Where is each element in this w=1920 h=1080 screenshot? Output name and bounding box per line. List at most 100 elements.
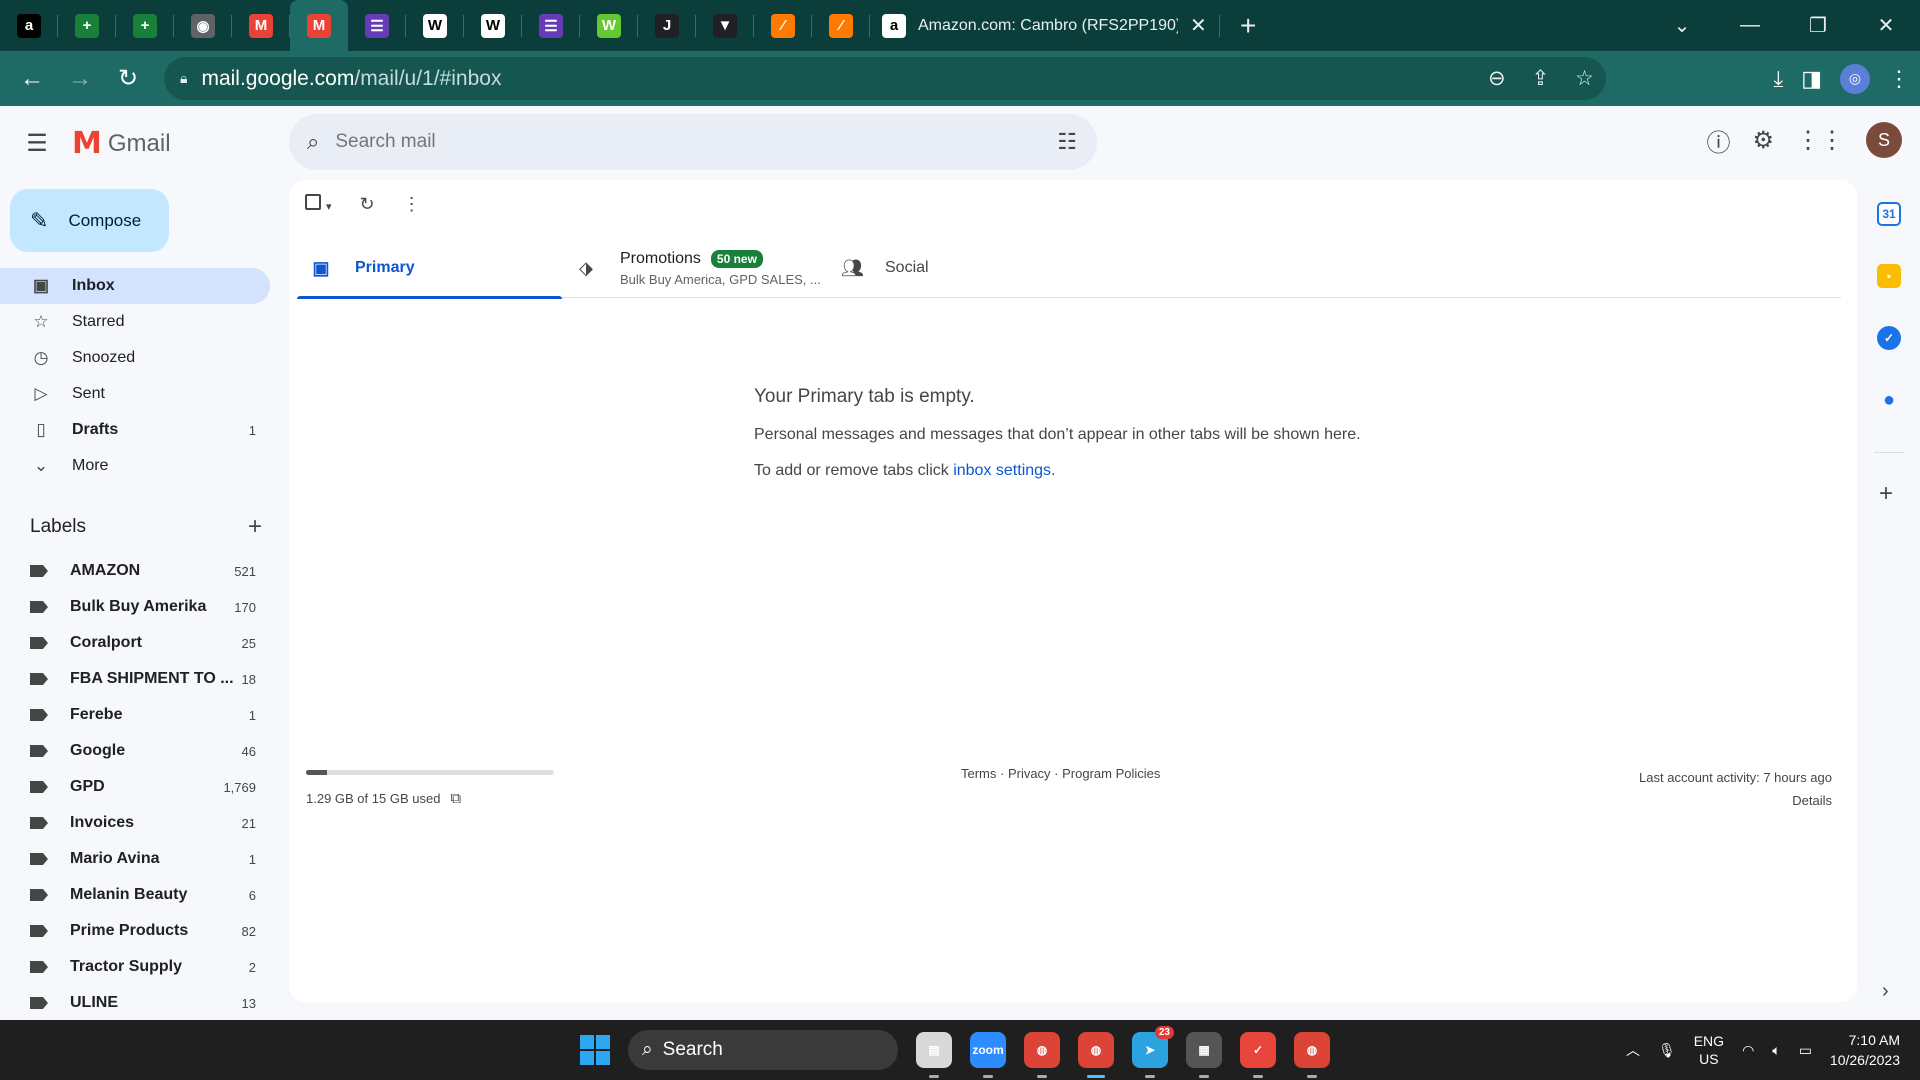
zoom-out-icon[interactable]: ⊖	[1488, 66, 1506, 91]
pinned-tab[interactable]: W	[464, 0, 522, 51]
create-label-icon[interactable]: +	[248, 513, 262, 541]
pinned-tab[interactable]: +	[116, 0, 174, 51]
help-icon[interactable]: ⓘ	[1706, 123, 1730, 158]
label-item[interactable]: AMAZON 521	[0, 553, 270, 589]
wifi-icon[interactable]: ◠	[1742, 1042, 1754, 1059]
profile-avatar[interactable]: ◎	[1840, 63, 1870, 94]
tasks-icon[interactable]: ✓	[1877, 326, 1901, 350]
refresh-icon[interactable]: ↻	[360, 194, 375, 215]
tab-promotions[interactable]: ⬗ Promotions 50 new Bulk Buy America, GP…	[562, 238, 827, 298]
side-panel-icon[interactable]: ◨	[1801, 66, 1822, 92]
new-count-badge: 50 new	[710, 249, 763, 268]
share-icon[interactable]: ⇪	[1532, 66, 1550, 91]
keep-icon[interactable]: ▪	[1877, 264, 1901, 288]
label-item[interactable]: Mario Avina 1	[0, 841, 270, 877]
tab-social[interactable]: 👥︎ Social	[827, 238, 1092, 298]
label-count: 1,769	[223, 779, 256, 795]
chrome-icon[interactable]: ◍	[1294, 1032, 1330, 1078]
label-item[interactable]: Google 46	[0, 733, 270, 769]
volume-icon[interactable]: 🔈︎	[1772, 1042, 1780, 1059]
pinned-tab[interactable]: W	[580, 0, 638, 51]
reload-button[interactable]: ↻	[104, 55, 152, 103]
new-tab-button[interactable]: +	[1240, 11, 1256, 40]
label-item[interactable]: Prime Products 82	[0, 913, 270, 949]
select-all-checkbox[interactable]: ▾	[305, 194, 332, 215]
label-tag-icon	[30, 601, 48, 613]
back-button[interactable]: ←	[8, 55, 56, 103]
search-icon[interactable]: ⌕	[307, 129, 319, 155]
policy-links[interactable]: Terms · Privacy · Program Policies	[961, 766, 1160, 781]
file-explorer-icon[interactable]: ▤	[916, 1032, 952, 1078]
minimize-button[interactable]: —	[1716, 14, 1784, 37]
calculator-icon[interactable]: ▦	[1186, 1032, 1222, 1078]
bookmark-star-icon[interactable]: ☆	[1575, 66, 1594, 91]
pinned-tab[interactable]: ▼	[696, 0, 754, 51]
sidebar-item-snoozed[interactable]: ◷ Snoozed	[0, 340, 270, 376]
label-item[interactable]: Melanin Beauty 6	[0, 877, 270, 913]
tick-app-icon[interactable]: ✓	[1240, 1032, 1276, 1078]
microphone-icon[interactable]: 🎙︎	[1658, 1042, 1676, 1059]
lock-icon[interactable]: 🔒︎	[180, 70, 187, 87]
windows-start-icon[interactable]	[580, 1035, 610, 1065]
zoom-icon[interactable]: zoom	[970, 1032, 1006, 1078]
calendar-icon[interactable]: 31	[1877, 202, 1901, 226]
apps-grid-icon[interactable]: ⋮⋮	[1796, 126, 1844, 155]
restore-button[interactable]: ❐	[1784, 13, 1852, 38]
pinned-tab[interactable]: ⁄	[812, 0, 870, 51]
details-link[interactable]: Details	[1639, 789, 1832, 812]
forward-button[interactable]: →	[56, 55, 104, 103]
active-tab[interactable]: a Amazon.com: Cambro (RFS2PP190) ✕	[870, 0, 1220, 51]
search-options-icon[interactable]: ☷	[1057, 129, 1077, 155]
account-avatar[interactable]: S	[1866, 122, 1902, 158]
label-item[interactable]: Bulk Buy Amerika 170	[0, 589, 270, 625]
main-menu-icon[interactable]: ☰	[22, 128, 52, 158]
sidebar-item-drafts[interactable]: ▯ Drafts 1	[0, 412, 270, 448]
tray-overflow-icon[interactable]: ︿	[1626, 1040, 1640, 1060]
pinned-tab[interactable]: M	[232, 0, 290, 51]
open-external-icon[interactable]: ⧉	[450, 790, 461, 807]
pinned-tab[interactable]: J	[638, 0, 696, 51]
label-item[interactable]: Invoices 21	[0, 805, 270, 841]
sidebar-item-inbox[interactable]: ▣ Inbox	[0, 268, 270, 304]
search-input[interactable]	[335, 131, 1058, 153]
label-item[interactable]: ULINE 13	[0, 985, 270, 1021]
close-window-button[interactable]: ✕	[1852, 13, 1920, 38]
label-item[interactable]: Coralport 25	[0, 625, 270, 661]
pinned-tab[interactable]: ☰	[348, 0, 406, 51]
label-item[interactable]: Ferebe 1	[0, 697, 270, 733]
pinned-tab[interactable]: W	[406, 0, 464, 51]
sidebar-item-starred[interactable]: ☆ Starred	[0, 304, 270, 340]
chrome-menu-icon[interactable]: ⋮	[1888, 66, 1910, 92]
contacts-icon[interactable]: ●	[1877, 388, 1901, 412]
inbox-settings-link[interactable]: inbox settings	[953, 462, 1051, 479]
pinned-tab[interactable]: M	[290, 0, 348, 51]
gmail-logo[interactable]: M Gmail	[72, 126, 171, 161]
taskbar-search[interactable]: ⌕ Search	[628, 1030, 898, 1070]
language-indicator[interactable]: ENG US	[1694, 1032, 1724, 1068]
close-tab-icon[interactable]: ✕	[1190, 13, 1207, 38]
chevron-right-icon[interactable]: ›	[1882, 980, 1889, 1003]
compose-button[interactable]: ✎ Compose	[10, 189, 169, 252]
tab-search-icon[interactable]: ⌄	[1648, 13, 1716, 38]
label-item[interactable]: Tractor Supply 2	[0, 949, 270, 985]
pinned-tab[interactable]: ⁄	[754, 0, 812, 51]
get-addons-icon[interactable]: +	[1879, 480, 1893, 508]
download-icon[interactable]: ⤓	[1773, 66, 1783, 92]
more-options-icon[interactable]: ⋮	[403, 194, 421, 215]
clock[interactable]: 7:10 AM 10/26/2023	[1830, 1030, 1900, 1070]
battery-icon[interactable]: ▭	[1799, 1042, 1812, 1059]
sidebar-item-more[interactable]: ⌄ More	[0, 448, 270, 484]
telegram-icon[interactable]: ➤ 23	[1132, 1026, 1174, 1078]
pinned-tab[interactable]: +	[58, 0, 116, 51]
chrome-icon[interactable]: ◍	[1024, 1032, 1060, 1078]
tab-primary[interactable]: ▣ Primary	[297, 238, 562, 299]
pinned-tab[interactable]: ☰	[522, 0, 580, 51]
label-item[interactable]: FBA SHIPMENT TO ... 18	[0, 661, 270, 697]
settings-gear-icon[interactable]: ⚙	[1752, 126, 1774, 155]
sidebar-item-sent[interactable]: ▷ Sent	[0, 376, 270, 412]
pinned-tab[interactable]: a	[0, 0, 58, 51]
address-bar[interactable]: 🔒︎ mail.google.com/mail/u/1/#inbox ⊖ ⇪ ☆	[164, 57, 1606, 100]
pinned-tab[interactable]: ◉	[174, 0, 232, 51]
chrome-icon[interactable]: ◍	[1078, 1032, 1114, 1078]
label-item[interactable]: GPD 1,769	[0, 769, 270, 805]
